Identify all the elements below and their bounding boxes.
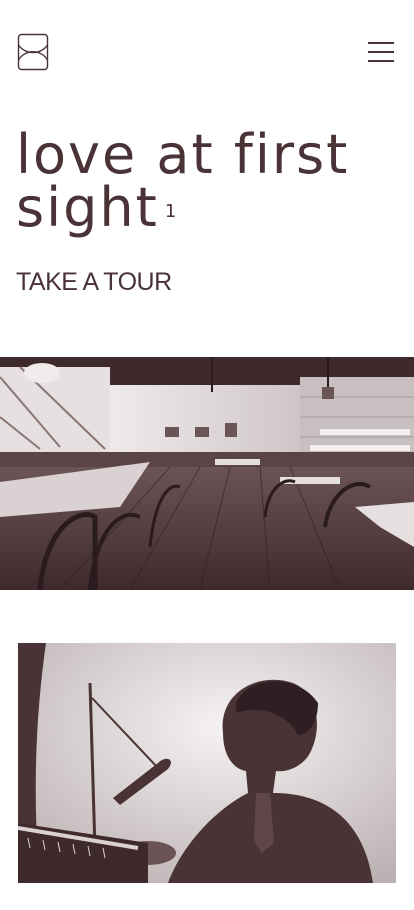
restaurant-interior-photo bbox=[0, 357, 414, 590]
hero-title-text: love at first sight bbox=[16, 123, 350, 239]
footnote-marker: 1 bbox=[164, 201, 177, 222]
pianist-photo bbox=[18, 643, 396, 883]
hamburger-menu-icon[interactable] bbox=[366, 40, 396, 64]
take-a-tour-link[interactable]: TAKE A TOUR bbox=[16, 268, 172, 297]
site-header bbox=[0, 0, 414, 100]
logo-mark-icon[interactable] bbox=[17, 33, 49, 71]
hero-title: love at first sight 1 bbox=[16, 128, 406, 235]
